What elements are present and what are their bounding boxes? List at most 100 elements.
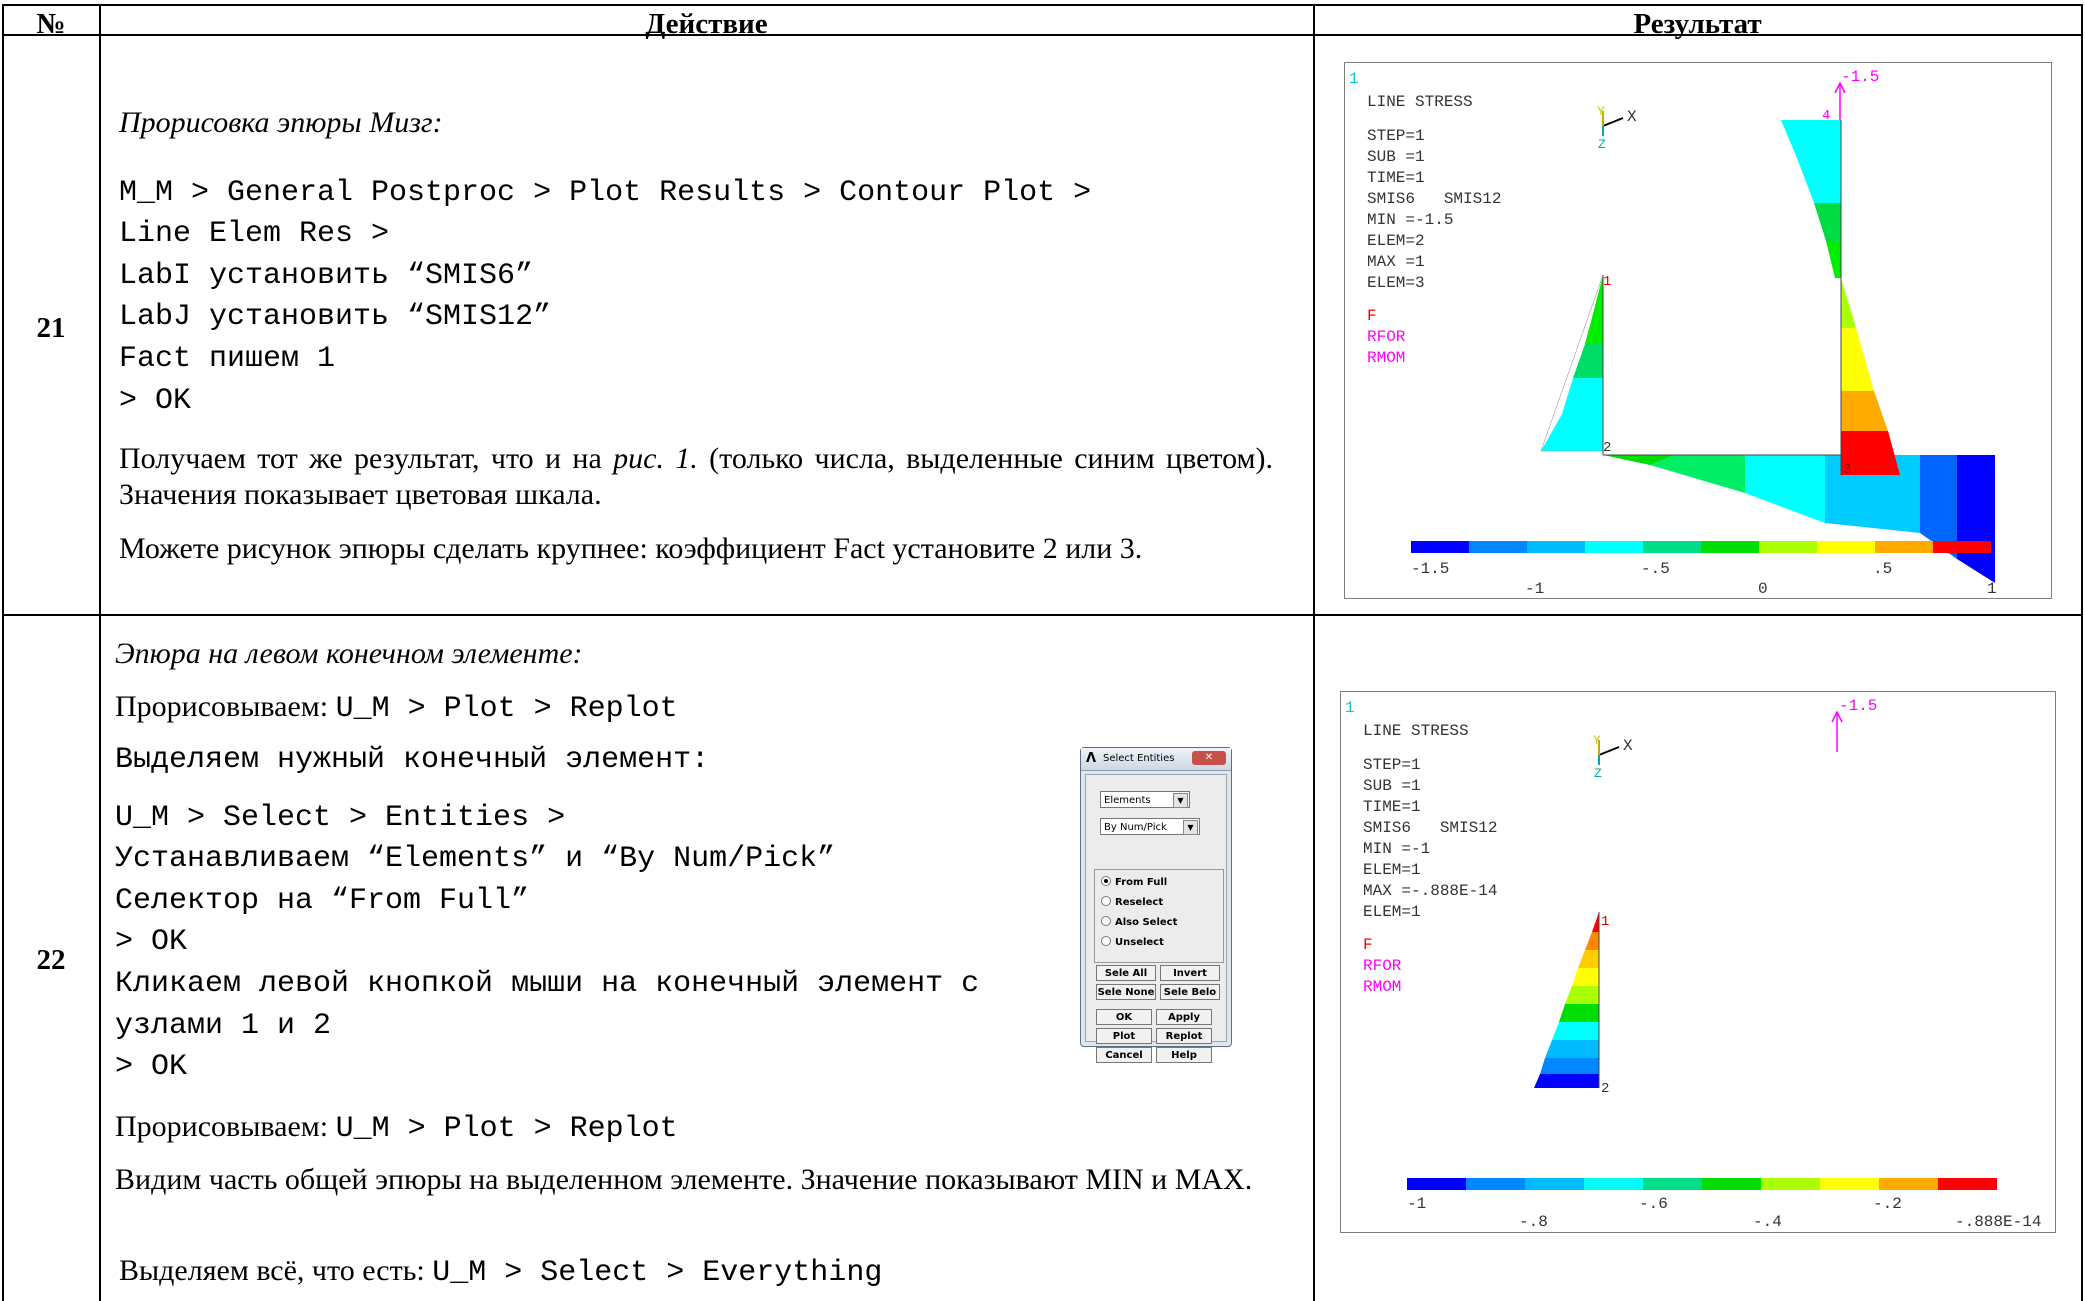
selection-method-value: By Num/Pick bbox=[1104, 822, 1167, 833]
entity-type-value: Elements bbox=[1104, 795, 1151, 806]
header-num: № bbox=[36, 8, 66, 40]
radio-label: Reselect bbox=[1115, 897, 1164, 908]
plot-title: LINE STRESS bbox=[1367, 93, 1473, 111]
row22-code-line: Селектор на “From Full” bbox=[115, 884, 530, 918]
row21-code-line: > OK bbox=[119, 384, 192, 418]
plot-load-rmom: RMOM bbox=[1367, 349, 1405, 367]
plot-button[interactable]: Plot bbox=[1096, 1028, 1152, 1044]
plot-info-line: MAX =-.888E-14 bbox=[1363, 882, 1497, 900]
legend-tick-label: 0 bbox=[1758, 580, 1768, 598]
axis-x-label: X bbox=[1623, 737, 1633, 755]
row-number-21: 21 bbox=[36, 312, 66, 344]
sele-none-button[interactable]: Sele None bbox=[1096, 984, 1156, 1000]
row21-title: Прорисовка эпюры Мизг: bbox=[119, 106, 443, 139]
radio-icon bbox=[1101, 936, 1111, 946]
radio-label: Unselect bbox=[1115, 937, 1164, 948]
row22-plot-svg: 1 LINE STRESS STEP=1 SUB =1 TIME=1 SMIS6… bbox=[1345, 697, 2041, 1231]
legend-tick-label: 1 bbox=[1987, 580, 1997, 598]
radio-from-full[interactable]: From Full bbox=[1101, 876, 1167, 888]
row22-code-line: U_M > Select > Entities > bbox=[115, 801, 566, 835]
row21-stress-plot: 1 LINE STRESS STEP=1 SUB =1 TIME=1 SMIS6… bbox=[1344, 62, 2052, 599]
row22-title: Эпюра на левом конечном элементе: bbox=[115, 637, 583, 670]
chevron-down-icon[interactable]: ▼ bbox=[1183, 820, 1198, 835]
sele-belo-button[interactable]: Sele Belo bbox=[1160, 984, 1220, 1000]
legend-tick-label: -1 bbox=[1525, 580, 1544, 598]
radio-selected-icon bbox=[1101, 876, 1111, 886]
row21-figure-ref: рис. 1. bbox=[613, 442, 698, 475]
plot-load-f: F bbox=[1363, 936, 1373, 954]
row22-code-line: узлами 1 и 2 bbox=[115, 1009, 332, 1043]
ansys-logo-icon: Λ bbox=[1086, 751, 1097, 766]
radio-also-select[interactable]: Also Select bbox=[1101, 916, 1177, 928]
axis-triad-icon: Y X Z bbox=[1597, 104, 1637, 152]
entity-type-select[interactable]: Elements ▼ bbox=[1100, 791, 1190, 808]
legend-tick-label: -.4 bbox=[1753, 1213, 1782, 1231]
row-number-22: 22 bbox=[36, 944, 66, 976]
legend-tick-label: -.6 bbox=[1639, 1195, 1668, 1213]
radio-reselect[interactable]: Reselect bbox=[1101, 896, 1163, 908]
chevron-down-icon[interactable]: ▼ bbox=[1173, 793, 1188, 808]
legend-tick-label: -1 bbox=[1407, 1195, 1426, 1213]
moment-arrow-icon: -1.5 4 bbox=[1822, 68, 1879, 125]
radio-icon bbox=[1101, 916, 1111, 926]
plot-info-line: ELEM=1 bbox=[1363, 861, 1421, 879]
row21-code-line: LabJ установить “SMIS12” bbox=[119, 300, 552, 334]
plot-load-rfor: RFOR bbox=[1363, 957, 1402, 975]
row22-code-line: Устанавливаем “Elements” и “By Num/Pick” bbox=[115, 842, 836, 876]
sele-all-button[interactable]: Sele All bbox=[1096, 965, 1156, 981]
row22-command: U_M > Select > Everything bbox=[432, 1256, 883, 1290]
node-label-1: 1 bbox=[1603, 274, 1611, 290]
radio-label: From Full bbox=[1115, 877, 1168, 888]
row22-replot-line-2: Прорисовываем: U_M > Plot > Replot bbox=[115, 1110, 678, 1146]
row22-select-line: Выделяем нужный конечный элемент: bbox=[115, 743, 710, 777]
radio-icon bbox=[1101, 896, 1111, 906]
close-icon[interactable]: ✕ bbox=[1192, 751, 1226, 765]
row21-code-line: LabI установить “SMIS6” bbox=[119, 259, 534, 293]
plot-info-line: STEP=1 bbox=[1363, 756, 1421, 774]
row22-replot-line: Прорисовываем: U_M > Plot > Replot bbox=[115, 690, 678, 726]
axis-x-label: X bbox=[1627, 108, 1637, 126]
node-label-2: 2 bbox=[1603, 440, 1611, 456]
row22-stress-plot: 1 LINE STRESS STEP=1 SUB =1 TIME=1 SMIS6… bbox=[1340, 691, 2056, 1233]
plot-info-line: MAX =1 bbox=[1367, 253, 1425, 271]
stress-diagram: 1 2 3 bbox=[1540, 120, 1995, 583]
moment-value-label: -1.5 bbox=[1839, 697, 1877, 715]
plot-load-f: F bbox=[1367, 307, 1377, 325]
legend-tick-label: -1.5 bbox=[1411, 560, 1449, 578]
plot-info-line: SMIS6 SMIS12 bbox=[1367, 190, 1501, 208]
row22-text: Выделяем всё, что есть: bbox=[119, 1254, 433, 1287]
invert-button[interactable]: Invert bbox=[1160, 965, 1220, 981]
legend-tick-label: -.888E-14 bbox=[1955, 1213, 2041, 1231]
dialog-titlebar[interactable]: Λ Select Entities ✕ bbox=[1081, 748, 1231, 771]
axis-y-label: Y bbox=[1593, 733, 1601, 748]
help-button[interactable]: Help bbox=[1156, 1047, 1212, 1063]
plot-load-rfor: RFOR bbox=[1367, 328, 1406, 346]
legend-tick-label: -.8 bbox=[1519, 1213, 1548, 1231]
select-entities-dialog: Λ Select Entities ✕ Elements ▼ By Num/Pic… bbox=[1080, 747, 1232, 1063]
row22-command: U_M > Plot > Replot bbox=[335, 1112, 678, 1146]
row22-code-line: > OK bbox=[115, 925, 188, 959]
plot-load-rmom: RMOM bbox=[1363, 978, 1401, 996]
plot-window-number: 1 bbox=[1345, 699, 1355, 717]
plot-info-line: MIN =-1.5 bbox=[1367, 211, 1453, 229]
cancel-button[interactable]: Cancel bbox=[1096, 1047, 1152, 1063]
moment-arrow-icon: -1.5 bbox=[1831, 697, 1877, 752]
row21-code-line: M_M > General Postproc > Plot Results > … bbox=[119, 176, 1092, 210]
selection-mode-group: From Full Reselect Also Select Unselect bbox=[1094, 869, 1224, 963]
radio-unselect[interactable]: Unselect bbox=[1101, 936, 1164, 948]
ok-button[interactable]: OK bbox=[1096, 1009, 1152, 1025]
selection-method-select[interactable]: By Num/Pick ▼ bbox=[1100, 818, 1200, 835]
row22-code-line: > OK bbox=[115, 1050, 188, 1084]
legend-tick-label: -.5 bbox=[1641, 560, 1670, 578]
plot-info-line: TIME=1 bbox=[1367, 169, 1425, 187]
axis-y-label: Y bbox=[1597, 104, 1605, 119]
plot-info-line: SUB =1 bbox=[1363, 777, 1421, 795]
node-label-1: 1 bbox=[1601, 914, 1609, 930]
plot-info-line: SMIS6 SMIS12 bbox=[1363, 819, 1497, 837]
contour-legend: -1.5 -.5 .5 -1 0 1 bbox=[1411, 541, 1997, 598]
apply-button[interactable]: Apply bbox=[1156, 1009, 1212, 1025]
row22-code-line: Кликаем левой кнопкой мыши на конечный э… bbox=[115, 967, 980, 1001]
row21-code-line: Fact пишем 1 bbox=[119, 342, 336, 376]
replot-button[interactable]: Replot bbox=[1156, 1028, 1212, 1044]
moment-value-label: -1.5 bbox=[1841, 68, 1879, 86]
